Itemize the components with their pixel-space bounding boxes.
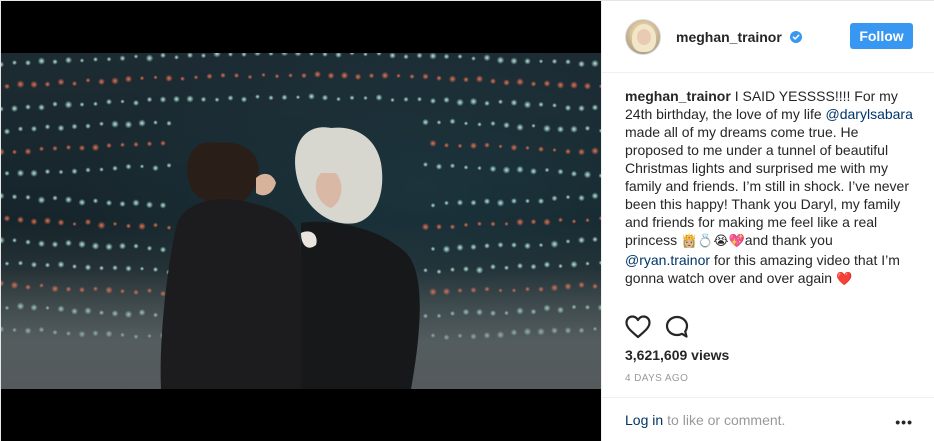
header-username-text[interactable]: meghan_trainor [676, 29, 782, 45]
view-count: 3,621,609 views [625, 347, 730, 363]
avatar-face [637, 28, 651, 45]
caption-text-2: made all of my dreams come true. He prop… [625, 124, 909, 248]
mention-link-daryl[interactable]: @darylsabara [826, 106, 913, 122]
comment-icon[interactable] [665, 315, 689, 339]
emoji-group-princess: 👸🏼💍😭💖 [681, 234, 745, 249]
login-prompt-text: to like or comment. [667, 412, 786, 428]
media-pane [1, 1, 601, 441]
avatar[interactable] [625, 18, 661, 55]
login-link[interactable]: Log in [625, 412, 663, 428]
details-panel: meghan_trainor Follow meghan_trainor I S… [601, 1, 934, 441]
red-heart-emoji: ❤️ [835, 272, 853, 287]
post-actions [625, 313, 689, 341]
post-header: meghan_trainor Follow [602, 1, 934, 73]
follow-button[interactable]: Follow [850, 23, 913, 49]
caption-text-3: and thank you [744, 232, 833, 248]
instagram-post: meghan_trainor Follow meghan_trainor I S… [0, 0, 934, 441]
mention-link-ryan[interactable]: @ryan.trainor [625, 252, 710, 268]
post-video[interactable] [1, 53, 601, 389]
header-username[interactable]: meghan_trainor [676, 29, 802, 45]
post-footer: Log in to like or comment. ••• [602, 397, 934, 441]
more-options-icon[interactable]: ••• [895, 414, 913, 430]
post-timestamp[interactable]: 4 DAYS AGO [625, 373, 688, 384]
heart-icon[interactable] [625, 315, 651, 339]
caption-username[interactable]: meghan_trainor [625, 88, 731, 104]
verified-badge-icon [789, 30, 802, 43]
couple-figure [160, 127, 420, 389]
post-caption: meghan_trainor I SAID YESSSS!!!! For my … [625, 87, 915, 289]
